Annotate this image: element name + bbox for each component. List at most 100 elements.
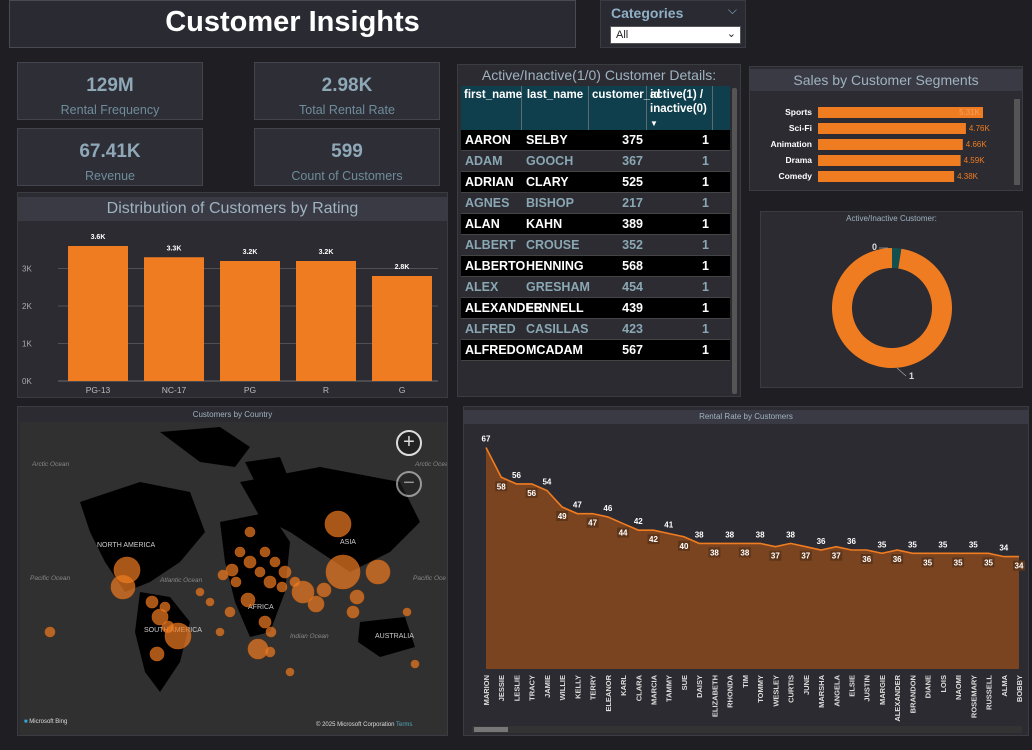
country-bubble — [307, 595, 325, 613]
x-tick-label: JUSTIN — [863, 675, 872, 702]
dropdown-arrow-icon[interactable]: ⌄ — [727, 27, 736, 40]
data-label: 3.2K — [243, 249, 258, 256]
cell-last-name: CLARY — [526, 175, 569, 189]
country-bubble — [240, 592, 256, 608]
data-label: 44 — [619, 529, 628, 538]
country-bubble — [285, 667, 295, 677]
table-scrollbar-thumb[interactable] — [732, 88, 737, 394]
cell-last-name: SELBY — [526, 133, 568, 147]
table-row[interactable]: ALEXANDER FENNELL 439 1 — [461, 298, 730, 319]
kpi-label: Revenue — [84, 169, 136, 183]
country-bubble — [217, 569, 229, 581]
x-tick-label: G — [399, 385, 406, 395]
x-tick-label: DAISY — [695, 675, 704, 698]
table-row[interactable]: ALBERT CROUSE 352 1 — [461, 235, 730, 256]
x-tick-label: LESLIE — [512, 675, 521, 701]
y-tick-label: 1K — [22, 340, 32, 349]
data-label: 37 — [801, 552, 810, 561]
country-bubble — [289, 576, 301, 588]
cell-first-name: ADAM — [465, 154, 503, 168]
segment-bar — [818, 139, 963, 150]
cell-active: 1 — [702, 154, 709, 168]
cell-customer-id: 568 — [622, 259, 643, 273]
segment-bar — [818, 155, 961, 166]
cell-active: 1 — [702, 322, 709, 336]
area-scrollbar[interactable] — [472, 726, 1022, 733]
segment-value: 5.31K — [959, 108, 981, 117]
bar — [296, 261, 356, 381]
table-row[interactable]: ADAM GOOCH 367 1 — [461, 151, 730, 172]
zoom-in-button[interactable]: + — [396, 430, 422, 456]
x-tick-label: TOMMY — [756, 675, 765, 703]
table-row[interactable]: ADRIAN CLARY 525 1 — [461, 172, 730, 193]
data-label: 47 — [573, 501, 582, 510]
categories-slicer[interactable]: Categories ⌵ All ⌄ — [600, 0, 746, 48]
cell-first-name: ALBERTO — [465, 259, 526, 273]
table-row[interactable]: AARON SELBY 375 1 — [461, 130, 730, 151]
cell-last-name: HENNING — [526, 259, 584, 273]
table-row[interactable]: ALAN KAHN 389 1 — [461, 214, 730, 235]
data-label: 41 — [664, 520, 673, 529]
x-tick-label: JAMIE — [543, 675, 552, 698]
categories-select[interactable]: All ⌄ — [610, 26, 741, 44]
y-tick-label: 0K — [22, 377, 32, 386]
x-tick-label: MARCIA — [650, 674, 659, 705]
landmass — [80, 482, 205, 592]
zoom-out-button[interactable]: − — [396, 471, 422, 497]
data-label: 36 — [847, 537, 856, 546]
country-bubble — [44, 626, 56, 638]
customers-map[interactable]: Arctic Ocean Arctic Ocean NORTH AMERICA Atl… — [20, 422, 447, 735]
country-bubble — [224, 606, 236, 618]
cell-active: 1 — [702, 280, 709, 294]
country-bubble — [161, 620, 175, 634]
segment-label: Comedy — [778, 171, 812, 181]
cell-last-name: CASILLAS — [526, 322, 589, 336]
cell-first-name: ADRIAN — [465, 175, 514, 189]
bing-brand: Microsoft Bing — [29, 719, 68, 725]
table-scrollbar[interactable] — [731, 86, 738, 394]
kpi-value: 67.41K — [79, 141, 141, 162]
header-first-name[interactable]: first_name — [461, 86, 522, 130]
cell-first-name: ALAN — [465, 217, 500, 231]
kpi-value: 599 — [331, 141, 363, 162]
header-customer-id[interactable]: customer_id — [589, 86, 660, 130]
header-active[interactable]: active(1) / inactive(0) ▼ — [647, 86, 713, 130]
x-tick-label: ELEANOR — [604, 674, 613, 711]
x-tick-label: ANGELA — [832, 674, 841, 706]
x-tick-label: JESSIE — [497, 675, 506, 701]
x-tick-label: ELIZABETH — [710, 675, 719, 717]
map-label: Indian Ocean — [290, 633, 329, 640]
cell-first-name: AARON — [465, 133, 511, 147]
header-last-name[interactable]: last_name — [522, 86, 589, 130]
table-row[interactable]: ALFREDO MCADAM 567 1 — [461, 340, 730, 361]
cell-active: 1 — [702, 196, 709, 210]
area-scrollbar-thumb[interactable] — [474, 727, 508, 732]
table-row[interactable]: ALEX GRESHAM 454 1 — [461, 277, 730, 298]
x-tick-label: KARL — [619, 675, 628, 696]
map-label: Arctic Ocean — [31, 461, 70, 468]
map-title: Customers by Country — [192, 410, 273, 419]
table-row[interactable]: AGNES BISHOP 217 1 — [461, 193, 730, 214]
data-label: 67 — [482, 435, 491, 444]
active-inactive-panel: Active/Inactive Customer: 01 — [760, 211, 1023, 388]
terms-link[interactable]: Terms — [396, 722, 412, 728]
country-bubble — [349, 589, 365, 605]
world-map[interactable]: Arctic Ocean Arctic Ocean NORTH AMERICA Atl… — [20, 422, 447, 735]
chevron-down-icon[interactable]: ⌵ — [728, 3, 737, 18]
active-inactive-donut: 01 — [832, 242, 952, 381]
table-row[interactable]: ALFRED CASILLAS 423 1 — [461, 319, 730, 340]
rating-bar-chart: 0K 1K 2K 3K 3.6K PG-13 3.3K NC-17 3.2K PG 3.2K R 2.8… — [22, 234, 438, 395]
segment-label: Sci-Fi — [789, 123, 812, 133]
segments-scrollbar[interactable] — [1014, 99, 1020, 185]
kpi-value: 2.98K — [321, 75, 373, 96]
country-bubble — [365, 559, 391, 585]
cell-first-name: ALEXANDER — [465, 301, 543, 315]
cell-first-name: ALFRED — [465, 322, 516, 336]
segment-value: 4.66K — [966, 140, 988, 149]
country-bubble — [254, 566, 266, 578]
cell-first-name: AGNES — [465, 196, 510, 210]
x-tick-label: PG-13 — [86, 385, 111, 395]
table-row[interactable]: ALBERTO HENNING 568 1 — [461, 256, 730, 277]
cell-last-name: MCADAM — [526, 343, 583, 357]
cell-active: 1 — [702, 301, 709, 315]
